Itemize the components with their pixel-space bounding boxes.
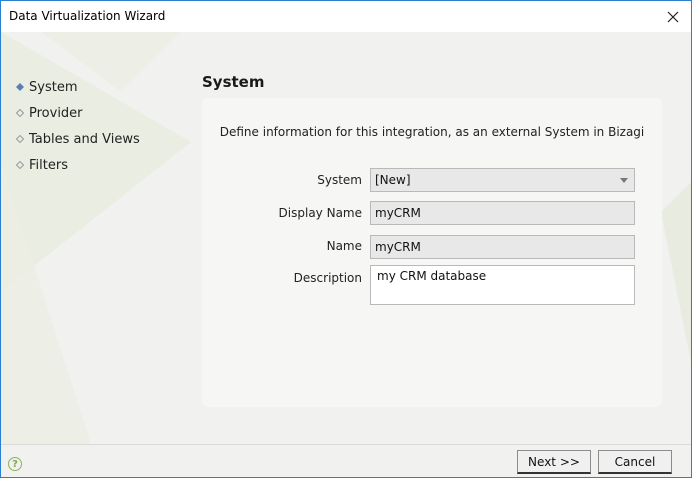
- step-label: Filters: [29, 157, 68, 173]
- display-name-field[interactable]: myCRM: [370, 201, 635, 225]
- step-label: Tables and Views: [29, 131, 140, 147]
- next-button[interactable]: Next >>: [517, 450, 591, 474]
- system-select-value: [New]: [375, 173, 411, 187]
- system-form-panel: Define information for this integration,…: [202, 98, 662, 407]
- display-name-label: Display Name: [278, 206, 362, 220]
- active-step-bullet-icon: [16, 83, 24, 91]
- intro-text: Define information for this integration,…: [219, 125, 645, 139]
- description-field[interactable]: my CRM database: [370, 265, 635, 305]
- system-label: System: [317, 173, 362, 187]
- name-label: Name: [326, 239, 362, 253]
- step-bullet-icon: [16, 161, 24, 169]
- chevron-down-icon: [620, 178, 628, 183]
- section-title: System: [202, 73, 265, 91]
- wizard-steps: System Provider Tables and Views Filters: [16, 74, 140, 178]
- step-system[interactable]: System: [16, 74, 140, 100]
- name-field[interactable]: myCRM: [370, 235, 635, 259]
- wizard-footer: ? Next >> Cancel: [1, 444, 691, 477]
- description-label: Description: [293, 271, 362, 285]
- wizard-content: System Provider Tables and Views Filters: [1, 32, 691, 444]
- step-bullet-icon: [16, 109, 24, 117]
- system-select[interactable]: [New]: [370, 168, 635, 192]
- close-button[interactable]: [655, 1, 691, 32]
- step-provider[interactable]: Provider: [16, 100, 140, 126]
- step-label: System: [29, 79, 78, 95]
- step-label: Provider: [29, 105, 83, 121]
- cancel-button[interactable]: Cancel: [598, 450, 672, 474]
- step-bullet-icon: [16, 135, 24, 143]
- step-tables-and-views[interactable]: Tables and Views: [16, 126, 140, 152]
- close-icon: [667, 11, 679, 22]
- title-bar: Data Virtualization Wizard: [1, 1, 691, 32]
- step-filters[interactable]: Filters: [16, 152, 140, 178]
- window-title: Data Virtualization Wizard: [9, 9, 166, 23]
- wizard-window: Data Virtualization Wizard System Provid…: [0, 0, 692, 478]
- help-icon[interactable]: ?: [8, 457, 22, 471]
